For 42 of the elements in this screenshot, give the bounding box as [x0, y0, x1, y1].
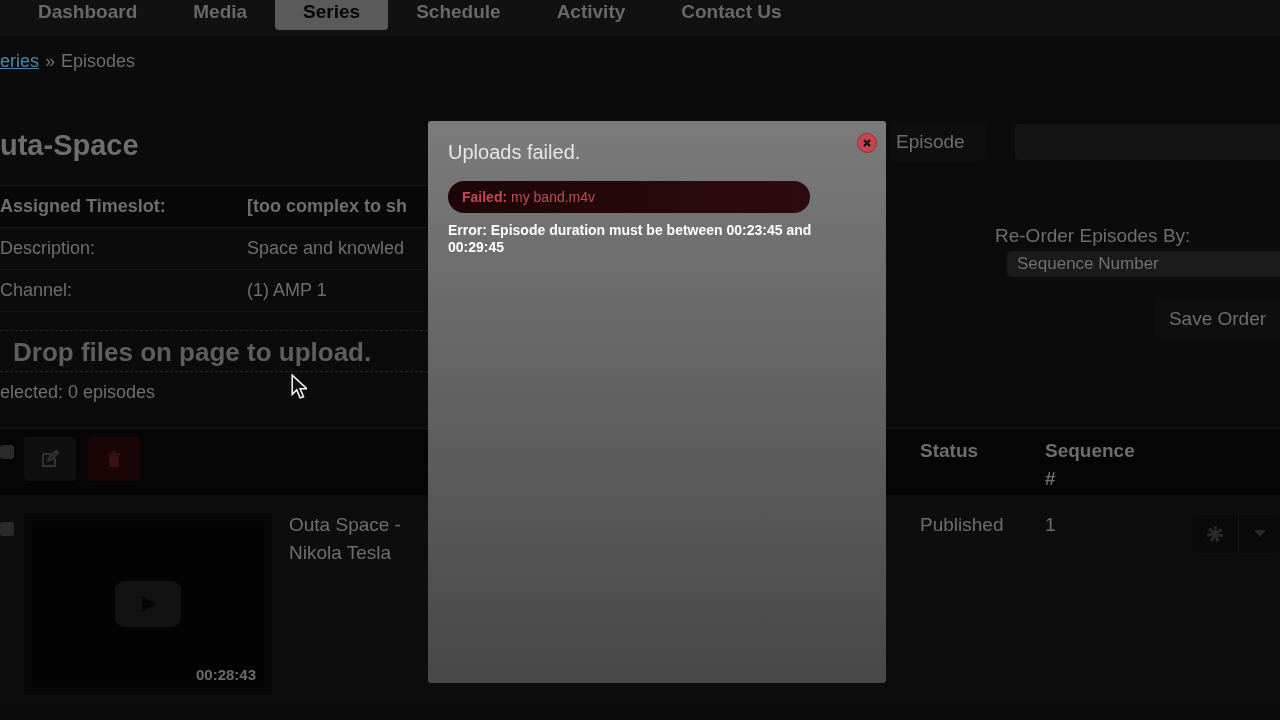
breadcrumb-separator: » [45, 51, 56, 73]
nav-tab[interactable]: Series [275, 0, 389, 30]
mouse-cursor-icon [291, 374, 307, 399]
close-icon [862, 138, 872, 148]
reorder-label: Re-Order Episodes By: [995, 225, 1192, 247]
dialog-title: Uploads failed. [448, 141, 582, 164]
series-title: uta-Space [0, 128, 140, 163]
nav-tab[interactable]: Activity [528, 0, 654, 30]
detail-label: Channel: [0, 280, 74, 301]
selected-count: elected: 0 episodes [0, 382, 156, 404]
row-checkbox[interactable] [0, 522, 14, 536]
column-header: Status [919, 439, 980, 463]
settings-button[interactable] [1192, 515, 1238, 553]
video-duration: 00:28:43 [195, 666, 256, 683]
nav-tab[interactable]: Media [165, 0, 276, 30]
detail-label: Description: [0, 238, 97, 259]
detail-value: [too complex to sh [247, 196, 408, 217]
select-all-checkbox[interactable] [0, 445, 14, 459]
video-thumbnail[interactable]: 00:28:43 [24, 513, 272, 695]
edit-button[interactable] [24, 437, 76, 481]
status-cell-text: Published [919, 513, 1005, 537]
edit-icon [40, 449, 60, 469]
nav-tab[interactable]: Schedule [388, 0, 529, 30]
nav-tab[interactable]: Contact Us [653, 0, 810, 30]
breadcrumb-link[interactable]: eries [0, 51, 39, 77]
column-header: Sequence # [1044, 439, 1136, 491]
dropdown-button[interactable] [1238, 515, 1280, 553]
failed-upload-message: Failed: my band.m4v [448, 181, 810, 213]
error-message: Error: Episode duration must be between 00:23:45 and 00:29:45 [448, 222, 813, 256]
delete-button[interactable] [88, 437, 140, 481]
detail-label: Assigned Timeslot: [0, 196, 167, 217]
settings-icon [1205, 524, 1225, 544]
drop-zone[interactable]: Drop files on page to upload. [0, 330, 428, 372]
nav-tab[interactable]: Dashboard [10, 0, 166, 30]
breadcrumb-current: Episodes [61, 51, 136, 73]
trash-icon [105, 449, 123, 469]
reorder-select[interactable]: Sequence Number [1007, 251, 1280, 277]
close-button[interactable] [857, 133, 877, 153]
sequence-cell-text: 1 [1044, 513, 1057, 537]
detail-value: (1) AMP 1 [247, 280, 328, 301]
detail-value: Space and knowled [247, 238, 406, 259]
caret-icon [1253, 530, 1266, 538]
